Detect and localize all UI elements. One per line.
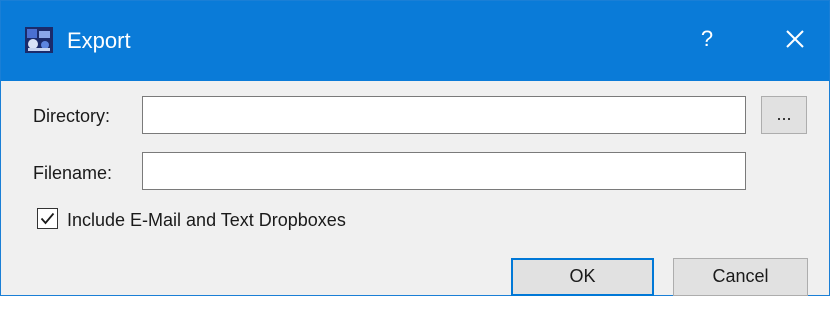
dialog-title: Export <box>67 28 131 53</box>
include-dropboxes-label[interactable]: Include E-Mail and Text Dropboxes <box>67 209 346 231</box>
checkmark-icon <box>38 209 57 228</box>
browse-directory-button[interactable]: ... <box>761 96 807 134</box>
directory-label: Directory: <box>33 106 111 126</box>
help-button[interactable]: ? <box>689 19 725 59</box>
filename-label: Filename: <box>33 163 113 183</box>
title-bar: Export ? <box>1 1 829 81</box>
close-button[interactable] <box>773 19 817 59</box>
export-app-icon <box>25 27 53 53</box>
export-dialog: Export ? Directory: ... Filename: Includ… <box>0 0 830 296</box>
cancel-button[interactable]: Cancel <box>673 258 808 296</box>
directory-input[interactable] <box>142 96 746 134</box>
ok-button[interactable]: OK <box>511 258 654 296</box>
include-dropboxes-checkbox[interactable] <box>37 208 58 229</box>
filename-input[interactable] <box>142 152 746 190</box>
close-icon <box>773 30 817 63</box>
